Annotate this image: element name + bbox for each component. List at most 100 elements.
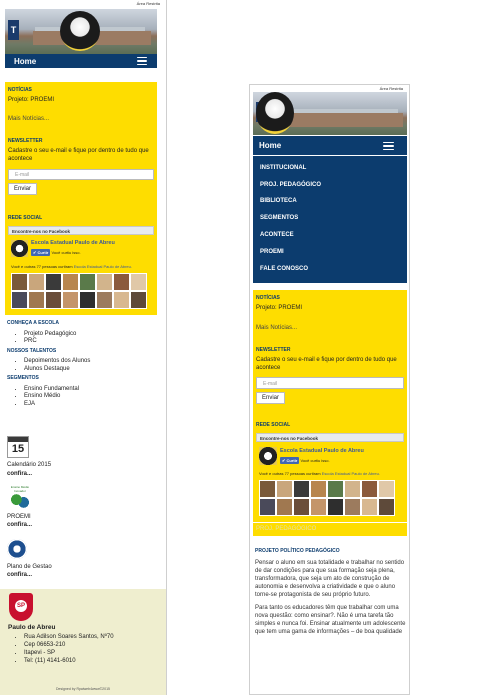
face-thumb[interactable] [293, 498, 310, 516]
face-thumb[interactable] [11, 273, 28, 291]
calendar-label: Calendário 2015 [7, 462, 52, 468]
home-title[interactable]: Home [14, 57, 36, 66]
curtir-button[interactable]: ✔ Curtir [280, 457, 300, 464]
liked-text: Você curtiu isso. [300, 458, 330, 463]
liked-text: Você curtiu isso. [51, 250, 81, 255]
calendar-link[interactable]: confira... [7, 471, 32, 477]
home-title[interactable]: Home [259, 141, 281, 150]
plano-link[interactable]: confira... [7, 572, 32, 578]
facebook-page-avatar [11, 240, 28, 257]
face-thumb[interactable] [293, 480, 310, 498]
curtir-button[interactable]: ✔ Curtir [31, 249, 51, 256]
sidebar-link[interactable]: Depoimentos dos Alunos [24, 358, 157, 366]
email-input[interactable]: E-mail [8, 169, 154, 180]
menu-item-proemi[interactable]: PROEMI [260, 249, 284, 255]
sidebar-link[interactable]: Ensino Fundamental [24, 386, 157, 394]
face-thumb[interactable] [276, 498, 293, 516]
face-thumb[interactable] [259, 498, 276, 516]
footer-address: Rua Adilson Soares Santos, Nº70 Cep 0665… [24, 633, 114, 665]
conheca-list: Projeto Pedagógico PRC [7, 331, 157, 346]
noticias-title: NOTÍCIAS [8, 87, 32, 93]
facebook-bar[interactable]: Encontre-nos no Facebook [256, 433, 404, 442]
email-input[interactable]: E-mail [256, 377, 404, 389]
proemi-logo-icon[interactable]: Ensino Médio Inovador [7, 485, 33, 512]
face-thumb[interactable] [327, 480, 344, 498]
face-thumb[interactable] [327, 498, 344, 516]
menu-item-biblioteca[interactable]: BIBLIOTECA [260, 198, 297, 204]
newsletter-text: Cadastre o seu e-mail e fique por dentro… [8, 148, 149, 162]
noticia-item[interactable]: Projeto: PROEMI [8, 97, 54, 103]
face-thumb[interactable] [130, 291, 147, 309]
segmentos-title: SEGMENTOS [7, 375, 39, 381]
sidebar-link[interactable]: EJA [24, 401, 157, 409]
face-thumb[interactable] [310, 480, 327, 498]
footer-school-name: Paulo de Abreu [8, 624, 56, 631]
face-thumb[interactable] [62, 273, 79, 291]
calendar-number: 15 [11, 443, 25, 455]
face-thumb[interactable] [344, 498, 361, 516]
menu-item-acontece[interactable]: ACONTECE [260, 232, 294, 238]
face-thumb[interactable] [96, 291, 113, 309]
school-emblem-icon: T [8, 20, 19, 40]
rede-social-title: REDE SOCIAL [8, 215, 43, 221]
face-thumb[interactable] [344, 480, 361, 498]
menu-item-fale-conosco[interactable]: FALE CONOSCO [260, 266, 308, 272]
talentos-title: NOSSOS TALENTOS [7, 347, 57, 354]
sidebar-link[interactable]: PRC [24, 338, 157, 346]
face-thumb[interactable] [361, 498, 378, 516]
enviar-button[interactable]: Enviar [8, 183, 38, 195]
face-thumb[interactable] [28, 273, 45, 291]
segmentos-list: Ensino Fundamental Ensino Médio EJA [7, 386, 157, 409]
sidebar-link[interactable]: Ensino Médio [24, 393, 157, 401]
menu-item-proj-pedagogico[interactable]: PROJ. PEDAGÓGICO [260, 182, 321, 188]
facebook-page-name[interactable]: Escola Estadual Paulo de Abreu [31, 240, 115, 246]
mais-noticias-link[interactable]: Mais Notícias... [8, 116, 49, 122]
face-thumb[interactable] [130, 273, 147, 291]
noticias-title: NOTÍCIAS [256, 295, 280, 301]
hamburger-menu-icon[interactable] [383, 142, 394, 151]
face-thumb[interactable] [361, 480, 378, 498]
face-thumb[interactable] [79, 273, 96, 291]
proemi-label: PROEMI [7, 514, 31, 520]
mascot-owl-icon [256, 92, 294, 134]
enviar-button[interactable]: Enviar [256, 392, 286, 404]
sidebar-link[interactable]: Alunos Destaque [24, 366, 157, 374]
face-thumb[interactable] [378, 480, 395, 498]
like-row: ✔ Curtir Você curtiu isso. [31, 249, 81, 256]
address-line: Rua Adilson Soares Santos, Nº70 [24, 633, 114, 641]
plano-label: Plano de Gestao [7, 564, 52, 570]
face-thumb[interactable] [96, 273, 113, 291]
noticia-item[interactable]: Projeto: PROEMI [256, 305, 302, 311]
address-line: Cep 06653-210 [24, 641, 114, 649]
face-thumb[interactable] [45, 273, 62, 291]
talentos-list: Depoimentos dos Alunos Alunos Destaque [7, 358, 157, 373]
face-thumb[interactable] [276, 480, 293, 498]
face-thumb[interactable] [62, 291, 79, 309]
face-thumb[interactable] [28, 291, 45, 309]
hamburger-menu-icon[interactable] [137, 57, 147, 65]
face-thumb[interactable] [11, 291, 28, 309]
face-thumb[interactable] [310, 498, 327, 516]
face-thumb[interactable] [113, 291, 130, 309]
plano-gestao-icon[interactable] [7, 539, 27, 559]
facebook-bar[interactable]: Encontre-nos no Facebook [8, 226, 154, 235]
face-thumb[interactable] [79, 291, 96, 309]
proj-pedagogico-tab[interactable]: PROJ. PEDAGÓGICO [253, 522, 407, 536]
area-restrita-link[interactable]: Área Restrita [0, 0, 166, 6]
facebook-widget: Escola Estadual Paulo de Abreu ✔ Curtir … [256, 445, 404, 517]
area-restrita-link[interactable]: Área Restrita [250, 85, 409, 91]
face-thumb[interactable] [113, 273, 130, 291]
navbar: Home [5, 54, 157, 68]
sidebar-link[interactable]: Projeto Pedagógico [24, 331, 157, 339]
menu-item-segmentos[interactable]: SEGMENTOS [260, 215, 298, 221]
mais-noticias-link[interactable]: Mais Notícias... [256, 325, 297, 331]
footer-credit[interactable]: Designed by Rpaiweb4www©2015 [0, 687, 166, 691]
calendar-icon[interactable]: 15 [7, 436, 29, 458]
face-thumb[interactable] [259, 480, 276, 498]
facebook-page-avatar [259, 447, 277, 465]
proemi-link[interactable]: confira... [7, 522, 32, 528]
menu-item-institucional[interactable]: INSTITUCIONAL [260, 165, 306, 171]
facebook-page-name[interactable]: Escola Estadual Paulo de Abreu [280, 448, 364, 454]
face-thumb[interactable] [45, 291, 62, 309]
face-thumb[interactable] [378, 498, 395, 516]
